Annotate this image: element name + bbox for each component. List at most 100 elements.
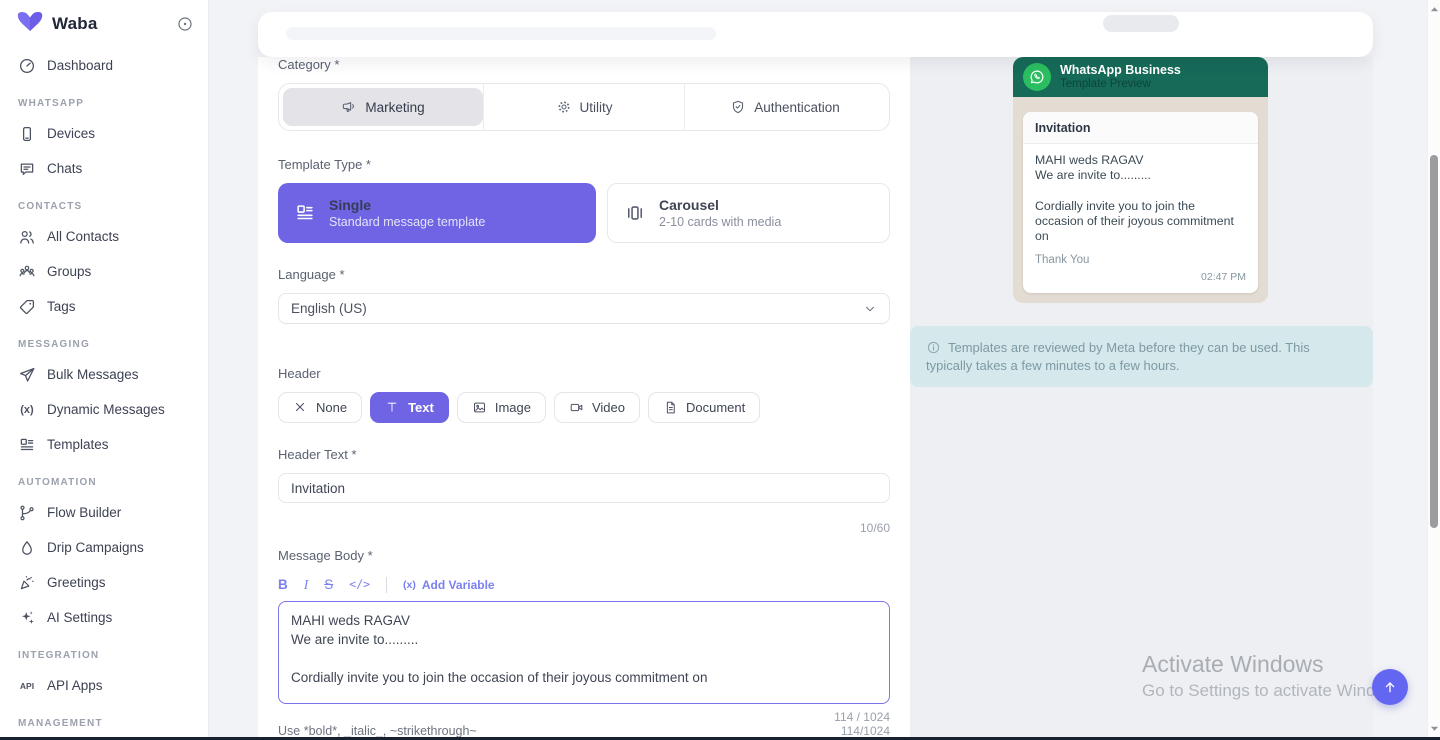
gauge-icon xyxy=(18,57,36,75)
sidebar-section-whatsapp: WHATSAPP xyxy=(18,98,85,109)
sidebar-item-dashboard[interactable]: Dashboard xyxy=(0,48,208,83)
language-select[interactable]: English (US) xyxy=(278,293,890,324)
sidebar-item-label: Dashboard xyxy=(47,58,114,73)
header-text-input[interactable]: Invitation xyxy=(278,473,890,503)
header-text-label: Header Text * xyxy=(278,447,357,462)
app-window: Waba Dashboard WHATSAPP Devices Chats CO… xyxy=(0,0,1440,740)
header-type-buttons: None Text Image Video Document xyxy=(278,392,890,423)
waba-logo-icon xyxy=(17,12,43,31)
header-option-label: Document xyxy=(686,400,746,415)
sidebar-item-label: Chats xyxy=(47,161,83,176)
add-variable-button[interactable]: (x) Add Variable xyxy=(403,578,495,592)
tile-title: Carousel xyxy=(659,197,719,213)
template-type-options: Single Standard message template Carouse… xyxy=(278,183,890,243)
code-button[interactable]: </> xyxy=(349,576,370,593)
carousel-icon xyxy=(624,202,646,224)
format-hint: Use *bold*, _italic_, ~strikethrough~ xyxy=(278,724,477,738)
smartphone-icon xyxy=(18,125,36,143)
sidebar-item-dynamic-messages[interactable]: (x) Dynamic Messages xyxy=(0,392,208,427)
sidebar-section-contacts: CONTACTS xyxy=(18,201,83,212)
header-option-text[interactable]: Text xyxy=(370,392,449,423)
header-option-none[interactable]: None xyxy=(278,392,363,423)
flow-icon xyxy=(18,504,36,522)
bold-button[interactable]: B xyxy=(278,576,288,593)
template-type-single[interactable]: Single Standard message template xyxy=(278,183,596,243)
sidebar-item-ai-settings[interactable]: AI Settings xyxy=(0,600,208,635)
sidebar-item-flow-builder[interactable]: Flow Builder xyxy=(0,495,208,530)
toolbar-divider xyxy=(386,576,388,593)
message-body-textarea[interactable]: MAHI weds RAGAV We are invite to........… xyxy=(278,601,890,704)
message-body-label: Message Body * xyxy=(278,548,373,563)
formatting-toolbar: B I S </> (x) Add Variable xyxy=(278,576,890,593)
tile-title: Single xyxy=(329,197,372,213)
app-title: Waba xyxy=(52,14,98,33)
sidebar-toggle-icon[interactable] xyxy=(176,15,194,33)
header-option-label: None xyxy=(316,400,348,415)
tag-icon xyxy=(18,298,36,316)
page-scrollbar[interactable] xyxy=(1427,0,1440,740)
sidebar-item-templates[interactable]: Templates xyxy=(0,427,208,462)
sidebar-item-bulk-messages[interactable]: Bulk Messages xyxy=(0,357,208,392)
sidebar-item-greetings[interactable]: Greetings xyxy=(0,565,208,600)
sidebar-item-label: All Contacts xyxy=(47,229,120,244)
sidebar-item-tags[interactable]: Tags xyxy=(0,289,208,324)
template-type-label: Template Type * xyxy=(278,157,371,172)
sidebar-item-label: API Apps xyxy=(47,678,103,693)
header-option-label: Image xyxy=(494,400,531,415)
logo-row: Waba xyxy=(0,0,208,48)
header-text-counter: 10/60 xyxy=(859,521,890,535)
scroll-down-arrow-icon[interactable] xyxy=(1430,724,1439,733)
sidebar-item-all-contacts[interactable]: All Contacts xyxy=(0,219,208,254)
review-note-text: Templates are reviewed by Meta before th… xyxy=(926,340,1310,373)
language-value: English (US) xyxy=(291,301,367,316)
counter-line: 114/1024 xyxy=(840,724,890,738)
document-icon xyxy=(663,400,678,415)
sidebar-item-api-apps[interactable]: API API Apps xyxy=(0,668,208,703)
category-option-label: Authentication xyxy=(754,99,840,115)
category-option-marketing[interactable]: Marketing xyxy=(283,88,483,126)
droplet-icon xyxy=(18,539,36,557)
category-segmented-control: Marketing Utility Authentication xyxy=(278,83,890,131)
strikethrough-button[interactable]: S xyxy=(324,576,333,593)
sparkles-icon xyxy=(18,609,36,627)
header-label: Header xyxy=(278,366,321,381)
sidebar-item-chats[interactable]: Chats xyxy=(0,151,208,186)
bubble-body: MAHI weds RAGAV We are invite to........… xyxy=(1035,153,1234,244)
chat-background: Invitation MAHI weds RAGAV We are invite… xyxy=(1013,97,1268,304)
header-option-video[interactable]: Video xyxy=(553,392,640,423)
header-option-label: Text xyxy=(408,400,434,415)
sidebar-item-devices[interactable]: Devices xyxy=(0,116,208,151)
video-icon xyxy=(569,400,584,415)
api-icon: API xyxy=(19,680,35,691)
scrollbar-thumb[interactable] xyxy=(1430,155,1438,528)
image-icon xyxy=(472,400,487,415)
arrow-up-icon xyxy=(1385,682,1395,693)
template-type-carousel[interactable]: Carousel 2-10 cards with media xyxy=(607,183,890,243)
message-bubble: Invitation MAHI weds RAGAV We are invite… xyxy=(1023,112,1258,294)
text-icon xyxy=(385,400,400,415)
preview-title: WhatsApp Business xyxy=(1060,63,1181,77)
paper-plane-icon xyxy=(18,366,36,384)
party-icon xyxy=(18,574,36,592)
counter-line: 114 / 1024 xyxy=(834,710,890,724)
sidebar-item-groups[interactable]: Groups xyxy=(0,254,208,289)
scroll-up-arrow-icon[interactable] xyxy=(1430,5,1439,14)
tile-subtitle: Standard message template xyxy=(329,215,486,229)
sidebar-item-label: Tags xyxy=(47,299,76,314)
sidebar-section-messaging: MESSAGING xyxy=(18,339,90,350)
italic-button[interactable]: I xyxy=(304,576,309,593)
message-body-counter: 114 / 1024 114/1024 xyxy=(834,710,890,738)
category-option-label: Marketing xyxy=(365,99,425,115)
header-option-document[interactable]: Document xyxy=(648,392,761,423)
scrolled-heading-ghost xyxy=(286,27,716,40)
preview-header: WhatsApp Business Template Preview xyxy=(1013,57,1268,97)
scroll-to-top-button[interactable] xyxy=(1372,669,1408,705)
sidebar: Waba Dashboard WHATSAPP Devices Chats CO… xyxy=(0,0,209,740)
variable-icon: (x) xyxy=(403,578,416,591)
sidebar-item-drip-campaigns[interactable]: Drip Campaigns xyxy=(0,530,208,565)
user-group-icon xyxy=(18,263,36,281)
category-option-authentication[interactable]: Authentication xyxy=(685,88,885,126)
category-option-utility[interactable]: Utility xyxy=(484,88,684,126)
header-option-image[interactable]: Image xyxy=(456,392,546,423)
category-label: Category * xyxy=(278,57,340,72)
